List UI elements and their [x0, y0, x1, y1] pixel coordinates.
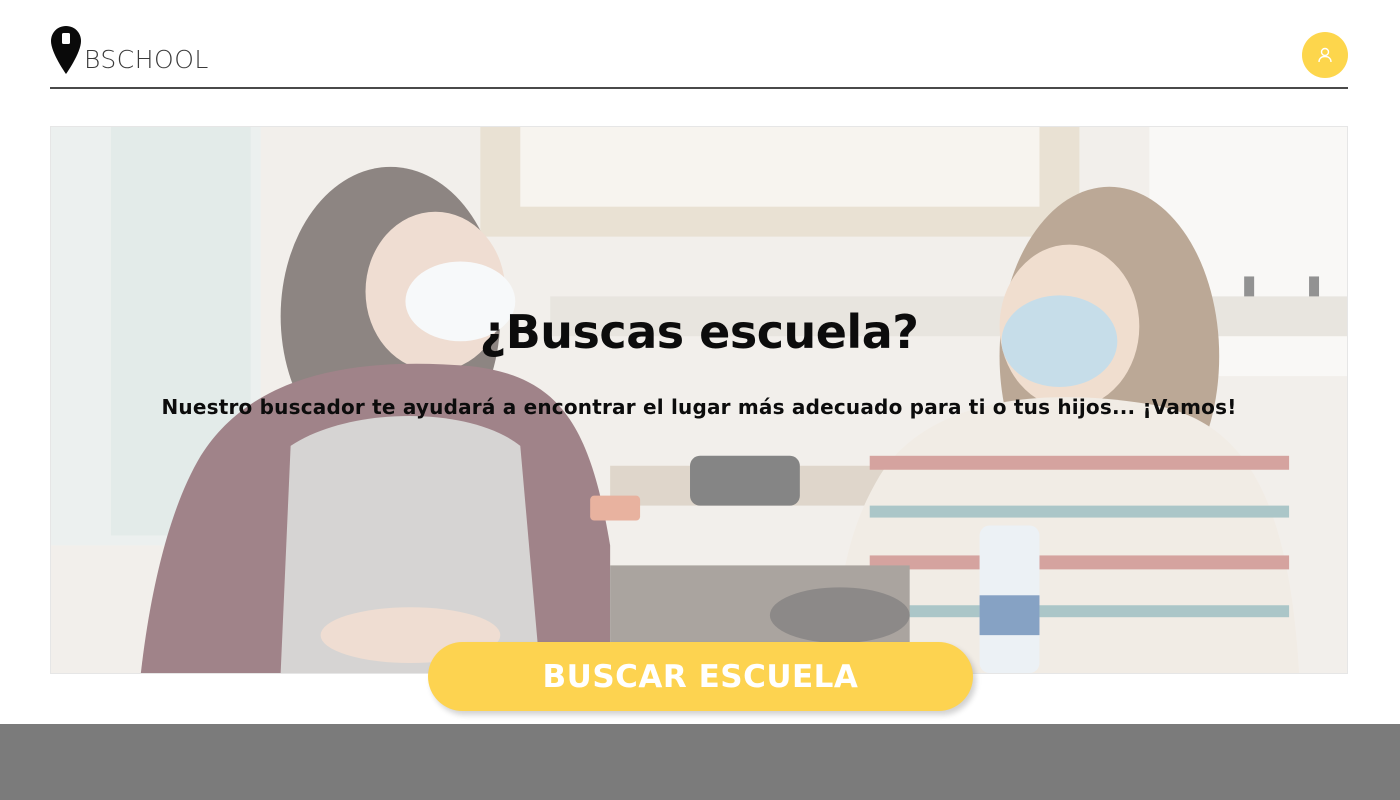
logo[interactable]: BSCHOOL: [50, 24, 209, 76]
site-footer: [0, 724, 1400, 800]
hero-subtitle: Nuestro buscador te ayudará a encontrar …: [161, 395, 1237, 419]
search-school-button[interactable]: BUSCAR ESCUELA: [428, 642, 973, 711]
map-pin-icon: [51, 26, 81, 74]
user-account-button[interactable]: [1302, 32, 1348, 78]
hero-title: ¿Buscas escuela?: [479, 305, 919, 359]
site-header: BSCHOOL: [50, 0, 1348, 89]
hero-banner: ¿Buscas escuela? Nuestro buscador te ayu…: [50, 126, 1348, 674]
user-icon: [1318, 47, 1332, 63]
logo-text: BSCHOOL: [84, 45, 209, 74]
